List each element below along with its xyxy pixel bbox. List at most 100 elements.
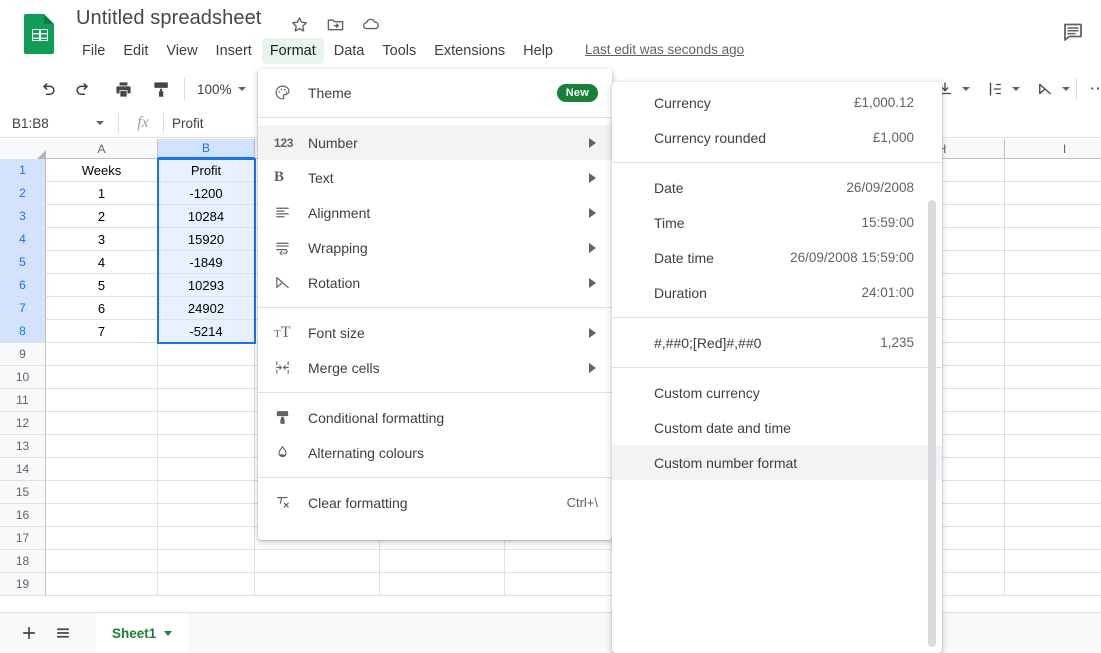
menu-format[interactable]: Format	[262, 38, 324, 64]
select-all-corner[interactable]	[0, 139, 46, 159]
cell-B5[interactable]: -1849	[158, 251, 255, 274]
cell-B12[interactable]	[158, 412, 255, 435]
cell-A7[interactable]: 6	[46, 297, 158, 320]
row-header-7[interactable]: 7	[0, 297, 46, 320]
cell-C19[interactable]	[255, 573, 380, 596]
cell-A17[interactable]	[46, 527, 158, 550]
all-sheets-icon[interactable]	[48, 618, 78, 648]
cell-I9[interactable]	[1005, 343, 1101, 366]
plus-icon[interactable]	[14, 618, 44, 648]
cell-A1[interactable]: Weeks	[46, 159, 158, 182]
row-header-4[interactable]: 4	[0, 228, 46, 251]
cell-I14[interactable]	[1005, 458, 1101, 481]
row-header-11[interactable]: 11	[0, 389, 46, 412]
menu-file[interactable]: File	[74, 38, 113, 64]
row-header-1[interactable]: 1	[0, 159, 46, 182]
number-custom-number-format[interactable]: Custom number format	[612, 445, 942, 480]
comment-icon[interactable]	[1055, 14, 1091, 50]
cell-B16[interactable]	[158, 504, 255, 527]
cell-A14[interactable]	[46, 458, 158, 481]
format-alignment[interactable]: Alignment	[258, 195, 612, 230]
cell-B18[interactable]	[158, 550, 255, 573]
format-alternating-colours[interactable]: Alternating colours	[258, 435, 612, 470]
cell-B7[interactable]: 24902	[158, 297, 255, 320]
page-title[interactable]: Untitled spreadsheet	[76, 7, 261, 30]
formula-input[interactable]: Profit	[172, 108, 204, 138]
column-header-I[interactable]: I	[1005, 139, 1101, 159]
row-header-2[interactable]: 2	[0, 182, 46, 205]
cell-B6[interactable]: 10293	[158, 274, 255, 297]
number-date[interactable]: Date26/09/2008	[612, 170, 942, 205]
number-custom-currency[interactable]: Custom currency	[612, 375, 942, 410]
cell-I11[interactable]	[1005, 389, 1101, 412]
name-box-chevron-down-icon[interactable]	[96, 121, 104, 125]
cell-D18[interactable]	[380, 550, 505, 573]
format-merge-cells[interactable]: Merge cells	[258, 350, 612, 385]
number-custom-date-time[interactable]: Custom date and time	[612, 410, 942, 445]
cell-I4[interactable]	[1005, 228, 1101, 251]
format-conditional-formatting[interactable]: Conditional formatting	[258, 400, 612, 435]
row-header-6[interactable]: 6	[0, 274, 46, 297]
cell-A10[interactable]	[46, 366, 158, 389]
more-options-icon[interactable]: ⋯	[1083, 74, 1101, 104]
undo-icon[interactable]	[32, 74, 62, 104]
sheet-tab-sheet1[interactable]: Sheet1	[96, 613, 188, 653]
cell-A5[interactable]: 4	[46, 251, 158, 274]
move-to-folder-icon[interactable]	[324, 13, 346, 35]
cell-I7[interactable]	[1005, 297, 1101, 320]
row-header-3[interactable]: 3	[0, 205, 46, 228]
cell-I1[interactable]	[1005, 159, 1101, 182]
cloud-saved-icon[interactable]	[360, 13, 382, 35]
chevron-down-icon-rotation[interactable]	[1062, 87, 1070, 91]
number-date-time[interactable]: Date time26/09/2008 15:59:00	[612, 240, 942, 275]
number-duration[interactable]: Duration24:01:00	[612, 275, 942, 310]
chevron-down-icon[interactable]	[164, 631, 172, 636]
cell-B8[interactable]: -5214	[158, 320, 255, 343]
cell-I17[interactable]	[1005, 527, 1101, 550]
cell-B1[interactable]: Profit	[158, 159, 255, 182]
cell-I3[interactable]	[1005, 205, 1101, 228]
cell-B11[interactable]	[158, 389, 255, 412]
format-clear-formatting[interactable]: Clear formattingCtrl+\	[258, 485, 612, 520]
cell-I10[interactable]	[1005, 366, 1101, 389]
star-icon[interactable]	[288, 13, 310, 35]
cell-B13[interactable]	[158, 435, 255, 458]
cell-D19[interactable]	[380, 573, 505, 596]
cell-A2[interactable]: 1	[46, 182, 158, 205]
row-header-17[interactable]: 17	[0, 527, 46, 550]
google-sheets-logo[interactable]	[22, 12, 58, 56]
row-header-12[interactable]: 12	[0, 412, 46, 435]
number-custom-pattern[interactable]: #,##0;[Red]#,##01,235	[612, 325, 942, 360]
menu-insert[interactable]: Insert	[208, 38, 260, 64]
cell-I19[interactable]	[1005, 573, 1101, 596]
cell-I12[interactable]	[1005, 412, 1101, 435]
text-rotation-wrap-icon[interactable]	[980, 74, 1010, 104]
row-header-18[interactable]: 18	[0, 550, 46, 573]
row-header-13[interactable]: 13	[0, 435, 46, 458]
cell-I16[interactable]	[1005, 504, 1101, 527]
cell-A16[interactable]	[46, 504, 158, 527]
cell-I8[interactable]	[1005, 320, 1101, 343]
menu-data[interactable]: Data	[326, 38, 373, 64]
row-header-16[interactable]: 16	[0, 504, 46, 527]
cell-B9[interactable]	[158, 343, 255, 366]
menu-extensions[interactable]: Extensions	[426, 38, 513, 64]
cell-A13[interactable]	[46, 435, 158, 458]
cell-B19[interactable]	[158, 573, 255, 596]
redo-icon[interactable]	[68, 74, 98, 104]
cell-A8[interactable]: 7	[46, 320, 158, 343]
cell-I5[interactable]	[1005, 251, 1101, 274]
cell-I15[interactable]	[1005, 481, 1101, 504]
number-currency[interactable]: Currency£1,000.12	[612, 85, 942, 120]
print-icon[interactable]	[108, 74, 138, 104]
row-header-8[interactable]: 8	[0, 320, 46, 343]
cell-B3[interactable]: 10284	[158, 205, 255, 228]
cell-A9[interactable]	[46, 343, 158, 366]
row-header-5[interactable]: 5	[0, 251, 46, 274]
cell-A18[interactable]	[46, 550, 158, 573]
cell-A6[interactable]: 5	[46, 274, 158, 297]
cell-B10[interactable]	[158, 366, 255, 389]
row-header-10[interactable]: 10	[0, 366, 46, 389]
text-rotation-icon[interactable]	[1030, 74, 1060, 104]
number-time[interactable]: Time15:59:00	[612, 205, 942, 240]
